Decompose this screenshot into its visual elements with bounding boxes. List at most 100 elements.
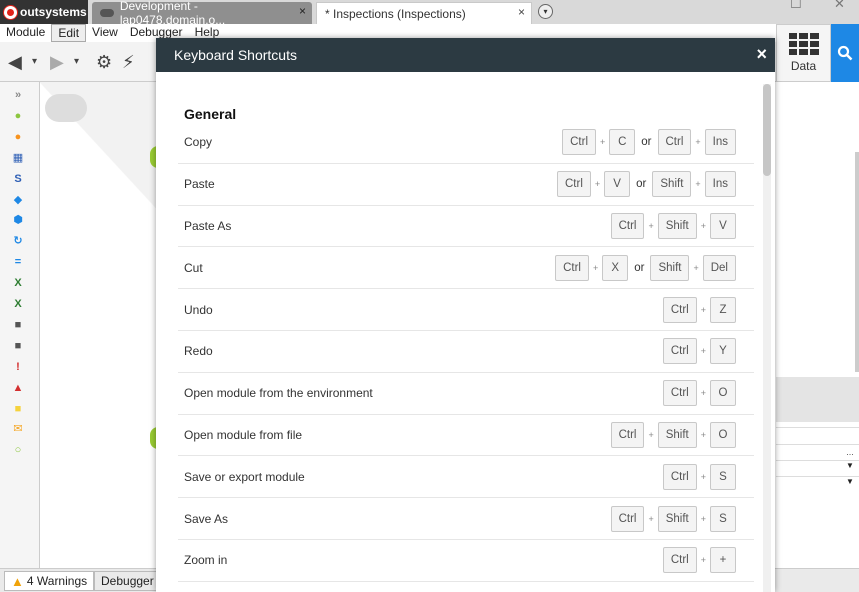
warnings-label: 4 Warnings <box>26 574 88 588</box>
assign-icon[interactable]: = <box>11 255 25 269</box>
key-cap: Shift <box>657 421 697 448</box>
search-icon[interactable] <box>831 24 859 82</box>
shortcut-label: Zoom in <box>184 553 228 568</box>
shortcut-keys: Ctrl + Shift + V <box>610 212 736 239</box>
foreach-icon[interactable]: ↻ <box>11 234 25 248</box>
tab-inspections[interactable]: * Inspections (Inspections) × <box>316 2 532 24</box>
outsystems-logo[interactable]: outsystems <box>0 0 88 24</box>
exception-icon[interactable]: ! <box>11 360 25 374</box>
forward-icon[interactable]: ▶ <box>50 52 64 72</box>
plus-separator: + <box>648 220 654 231</box>
tab-development-label: Development - lap0478.domain.o... <box>119 0 226 27</box>
tab-inspections-label: * Inspections (Inspections) <box>325 6 466 21</box>
shortcut-row: Redo Ctrl + Y <box>178 331 754 373</box>
shortcut-label: Copy <box>184 135 213 150</box>
record-to-excel-icon[interactable]: X <box>11 297 25 311</box>
plug-icon[interactable]: ⚡ <box>122 52 135 72</box>
keyboard-shortcuts-dialog: Keyboard Shortcuts × General Copy Ctrl + Co… <box>156 38 775 592</box>
debugger-label: Debugger <box>101 574 154 588</box>
shortcut-keys: Ctrl + Xor Shift + Del <box>555 254 736 281</box>
key-cap: Ctrl <box>662 380 697 407</box>
brand-label: outsystems <box>20 5 87 19</box>
key-cap: Ins <box>704 171 736 198</box>
excel-to-record-icon[interactable]: X <box>11 276 25 290</box>
switch-icon[interactable]: ⬢ <box>11 213 25 227</box>
menu-edit[interactable]: Edit <box>51 24 87 42</box>
plus-separator: + <box>648 513 654 524</box>
window-close-icon[interactable]: ✕ <box>834 0 845 12</box>
shortcut-label: Save or export module <box>184 469 305 484</box>
plus-separator: + <box>594 179 601 190</box>
shortcut-keys: Ctrl + S <box>662 463 736 490</box>
shortcut-label: Save As <box>184 511 229 526</box>
forward-dropdown-icon[interactable]: ▾ <box>74 52 79 72</box>
settings-gear-icon[interactable]: ⚙ <box>96 52 112 72</box>
shortcut-keys: Ctrl + Z <box>662 296 736 323</box>
plus-separator: + <box>695 137 701 148</box>
plus-separator: + <box>600 137 606 148</box>
back-icon[interactable]: ◀ <box>8 52 22 72</box>
key-cap: Shift <box>650 254 690 281</box>
key-cap: + <box>710 547 736 574</box>
key-cap: Ctrl <box>555 254 589 281</box>
shortcut-row: Save As Ctrl + Shift + S <box>178 498 754 540</box>
plus-separator: + <box>700 555 706 566</box>
shortcut-row: Zoom in Ctrl + + <box>178 540 754 582</box>
start-icon[interactable]: ● <box>11 109 25 123</box>
flow-canvas[interactable] <box>40 82 164 568</box>
if-icon[interactable]: ◆ <box>11 193 25 207</box>
comment-icon[interactable]: ■ <box>11 402 25 416</box>
expand-icon[interactable]: » <box>11 88 25 102</box>
json-deserialize-icon[interactable]: ■ <box>11 339 25 353</box>
shortcut-row: Open module from file Ctrl + Shift + O <box>178 415 754 457</box>
shortcut-row: Save or export module Ctrl + S <box>178 456 754 499</box>
send-email-icon[interactable]: ✉ <box>11 422 25 436</box>
shortcut-keys: Ctrl + Vor Shift + Ins <box>556 171 736 198</box>
tab-inspections-close-icon[interactable]: × <box>518 5 525 19</box>
back-dropdown-icon[interactable]: ▾ <box>32 52 37 72</box>
json-serialize-icon[interactable]: ■ <box>11 318 25 332</box>
tool-palette: » ● ● ▦ S ◆ ⬢ ↻ = X X ■ ■! ▲ ■ ✉ ○ <box>0 82 40 568</box>
end-icon[interactable]: ● <box>11 130 25 144</box>
dialog-close-icon[interactable]: × <box>756 44 767 64</box>
aggregate-icon[interactable]: ▦ <box>11 151 25 165</box>
tab-bar: outsystems Development - lap0478.domain.… <box>0 0 859 27</box>
dialog-header: Keyboard Shortcuts × <box>156 38 775 72</box>
dropdown-arrow-icon[interactable]: ▼ <box>846 477 854 486</box>
key-cap: Ctrl <box>610 505 645 532</box>
key-cap: Ins <box>704 129 736 156</box>
key-cap: O <box>710 380 736 407</box>
key-cap: S <box>710 463 736 490</box>
divider <box>776 427 859 428</box>
shortcut-row: Open module from the environment Ctrl + O <box>178 373 754 415</box>
dropdown-arrow-icon[interactable]: ▼ <box>846 461 854 470</box>
more-options-icon[interactable]: … <box>846 448 854 457</box>
data-tab-button[interactable]: Data <box>776 24 831 82</box>
canvas-cloud-icon <box>45 94 87 122</box>
raise-exception-icon[interactable]: ▲ <box>11 381 25 395</box>
or-separator: or <box>636 178 647 191</box>
menu-module[interactable]: Module <box>0 24 51 42</box>
section-title: General <box>184 106 237 122</box>
sql-icon[interactable]: S <box>11 172 25 186</box>
dialog-body: General Copy Ctrl + Cor Ctrl + Ins Paste Ctrl + Vo… <box>156 72 775 592</box>
tab-development[interactable]: Development - lap0478.domain.o... × <box>92 0 312 27</box>
dialog-title: Keyboard Shortcuts <box>174 47 297 63</box>
maximize-icon[interactable]: ☐ <box>790 0 802 12</box>
debugger-tab[interactable]: Debugger <box>94 571 161 591</box>
key-cap: C <box>609 129 636 156</box>
key-cap: Ctrl <box>610 212 645 239</box>
key-cap: Ctrl <box>662 338 697 365</box>
warnings-tab[interactable]: ▲ 4 Warnings <box>4 571 95 591</box>
dialog-scrollbar[interactable] <box>763 84 771 592</box>
key-cap: Ctrl <box>556 171 591 198</box>
menu-view[interactable]: View <box>86 24 124 42</box>
end-node-icon[interactable]: ○ <box>11 443 25 457</box>
shortcut-row: Copy Ctrl + Cor Ctrl + Ins <box>178 122 754 164</box>
dialog-scrollbar-thumb[interactable] <box>763 84 771 176</box>
tab-dropdown-icon[interactable]: ▾ <box>538 4 553 19</box>
properties-scrollbar[interactable] <box>855 152 859 372</box>
shortcut-label: Paste <box>184 177 215 192</box>
plus-separator: + <box>695 179 701 190</box>
tab-development-close-icon[interactable]: × <box>299 4 306 18</box>
